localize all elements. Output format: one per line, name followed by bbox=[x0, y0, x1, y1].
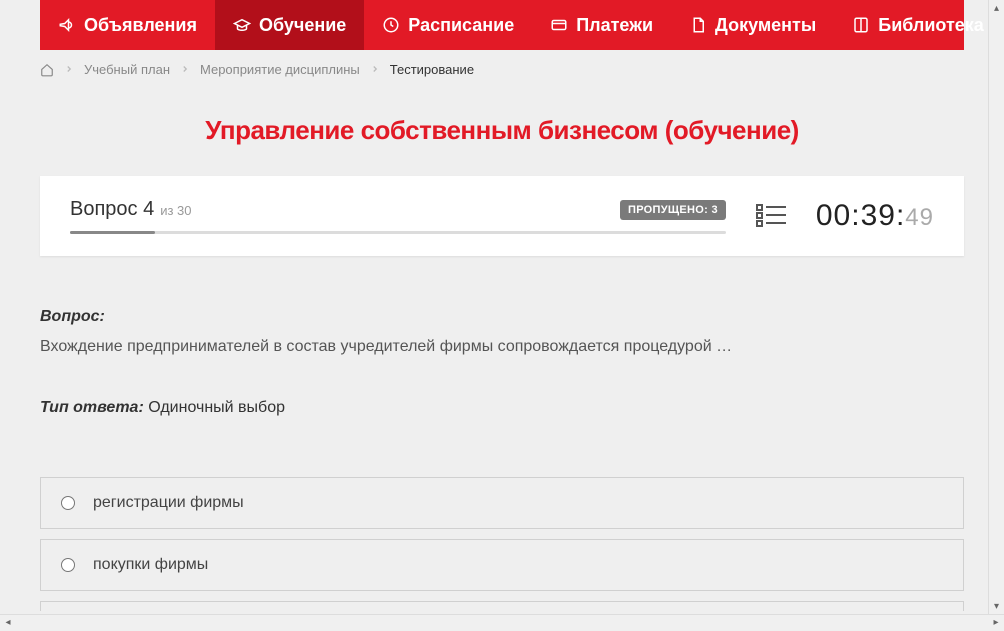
progress-bar bbox=[70, 231, 726, 234]
breadcrumb-item-testing: Тестирование bbox=[390, 62, 474, 77]
home-icon[interactable] bbox=[40, 63, 54, 77]
nav-label: Расписание bbox=[408, 15, 514, 36]
breadcrumb-item-event[interactable]: Мероприятие дисциплины bbox=[200, 62, 360, 77]
question-text: Вхождение предпринимателей в состав учре… bbox=[40, 334, 964, 360]
question-label: Вопрос: bbox=[40, 308, 105, 325]
progress-panel: Вопрос 4 из 30 ПРОПУЩЕНО: 3 00:39:49 bbox=[40, 176, 964, 256]
option-item[interactable]: наследования доли в фирме bbox=[40, 601, 964, 611]
option-radio[interactable] bbox=[61, 496, 75, 510]
question-list-icon[interactable] bbox=[756, 204, 786, 228]
answer-type-value: Одиночный выбор bbox=[148, 399, 285, 416]
megaphone-icon bbox=[58, 16, 76, 34]
nav-payments[interactable]: Платежи bbox=[532, 0, 671, 50]
nav-label: Платежи bbox=[576, 15, 653, 36]
nav-documents[interactable]: Документы bbox=[671, 0, 834, 50]
clock-icon bbox=[382, 16, 400, 34]
breadcrumb: Учебный план Мероприятие дисциплины Тест… bbox=[10, 50, 994, 89]
answer-type-label: Тип ответа: bbox=[40, 399, 144, 416]
horizontal-scrollbar[interactable]: ◂ ▸ bbox=[0, 614, 1004, 630]
book-icon bbox=[852, 16, 870, 34]
timer-main: 00:39: bbox=[816, 199, 905, 232]
scroll-down-arrow[interactable]: ▾ bbox=[989, 598, 1004, 614]
nav-library[interactable]: Библиотека bbox=[834, 0, 994, 50]
chevron-right-icon bbox=[64, 62, 74, 77]
option-text: регистрации фирмы bbox=[93, 494, 244, 512]
option-text: покупки фирмы bbox=[93, 556, 208, 574]
main-navbar: Объявления Обучение Расписание Платежи Д… bbox=[40, 0, 964, 50]
nav-label: Документы bbox=[715, 15, 816, 36]
document-icon bbox=[689, 16, 707, 34]
question-number: Вопрос 4 bbox=[70, 198, 154, 221]
graduation-icon bbox=[233, 16, 251, 34]
option-radio[interactable] bbox=[61, 558, 75, 572]
nav-schedule[interactable]: Расписание bbox=[364, 0, 532, 50]
chevron-right-icon bbox=[180, 62, 190, 77]
nav-education[interactable]: Обучение bbox=[215, 0, 364, 50]
scroll-up-arrow[interactable]: ▴ bbox=[989, 0, 1004, 16]
nav-label: Обучение bbox=[259, 15, 346, 36]
page-title: Управление собственным бизнесом (обучени… bbox=[10, 115, 994, 146]
skipped-badge: ПРОПУЩЕНО: 3 bbox=[620, 200, 726, 220]
timer-seconds: 49 bbox=[905, 204, 934, 231]
question-total: из 30 bbox=[160, 203, 191, 218]
nav-announcements[interactable]: Объявления bbox=[40, 0, 215, 50]
chevron-right-icon bbox=[370, 62, 380, 77]
option-item[interactable]: покупки фирмы bbox=[40, 539, 964, 591]
scroll-right-arrow[interactable]: ▸ bbox=[988, 615, 1004, 631]
option-item[interactable]: регистрации фирмы bbox=[40, 477, 964, 529]
nav-label: Библиотека bbox=[878, 15, 984, 36]
vertical-scrollbar[interactable]: ▴ ▾ bbox=[988, 0, 1004, 614]
timer: 00:39:49 bbox=[816, 199, 934, 233]
nav-label: Объявления bbox=[84, 15, 197, 36]
breadcrumb-item-curriculum[interactable]: Учебный план bbox=[84, 62, 170, 77]
scroll-left-arrow[interactable]: ◂ bbox=[0, 615, 16, 631]
options-list: регистрации фирмы покупки фирмы наследов… bbox=[40, 477, 964, 611]
card-icon bbox=[550, 16, 568, 34]
